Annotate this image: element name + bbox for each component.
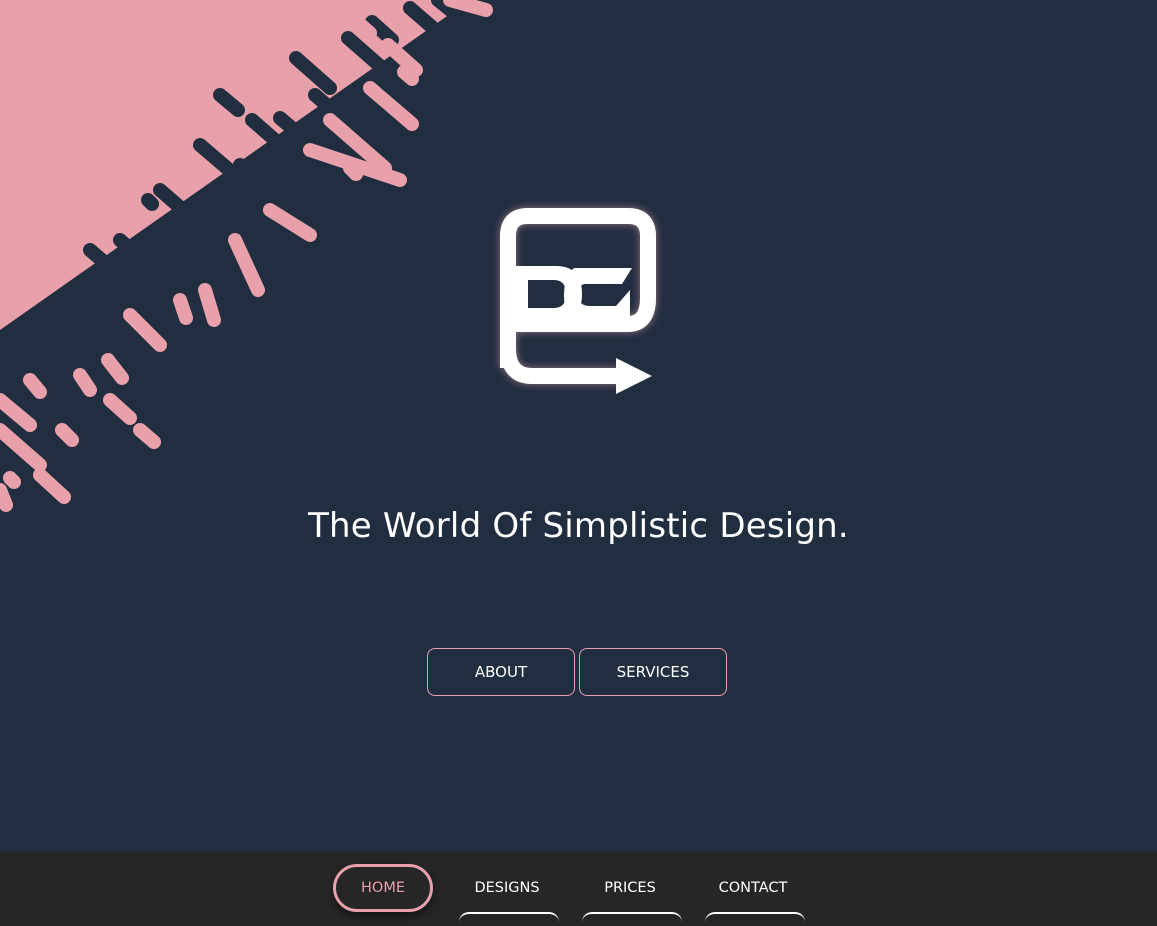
- nav-item-label: DESIGNS: [474, 880, 540, 896]
- hero-section: The World Of Simplistic Design. ABOUT SE…: [0, 0, 1157, 852]
- dc-logo-icon: [500, 208, 656, 394]
- hero-tagline: The World Of Simplistic Design.: [308, 506, 849, 546]
- nav-item-label: PRICES: [604, 880, 656, 896]
- nav-item-designs[interactable]: DESIGNS: [457, 864, 559, 914]
- hero-button-row: ABOUT SERVICES: [427, 648, 727, 696]
- nav-item-contact[interactable]: CONTACT: [703, 864, 805, 914]
- about-button[interactable]: ABOUT: [427, 648, 575, 696]
- nav-item-label: CONTACT: [718, 880, 788, 896]
- nav-underline: [459, 912, 559, 922]
- bottom-navbar: HOME DESIGNS PRICES CONTACT: [0, 852, 1157, 926]
- nav-underline: [705, 912, 805, 922]
- nav-item-home[interactable]: HOME: [333, 864, 433, 912]
- nav-item-prices[interactable]: PRICES: [580, 864, 682, 914]
- nav-underline: [582, 912, 682, 922]
- services-button[interactable]: SERVICES: [579, 648, 727, 696]
